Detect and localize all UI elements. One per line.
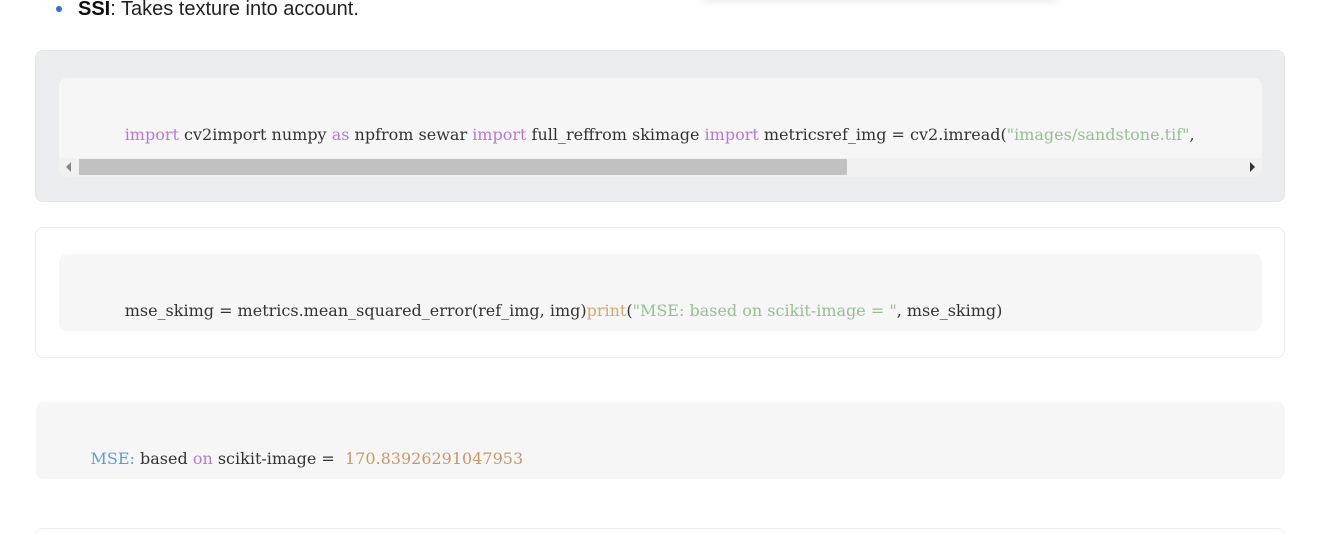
code-line: mse_skimg = metrics.mean_squared_error(r…: [84, 282, 1003, 339]
output-token: on: [192, 449, 213, 468]
output-line: MSE: based on scikit-image = 170.8392629…: [60, 430, 524, 487]
code-block-1[interactable]: import cv2import numpy as npfrom sewar i…: [59, 78, 1262, 177]
code-token: print: [586, 301, 627, 320]
code-token: as: [331, 125, 350, 144]
output-token: scikit-image =: [212, 449, 340, 468]
code-token: metricsref_img = cv2.imread(: [758, 125, 1007, 144]
bullet-description: : Takes texture into account.: [110, 0, 359, 20]
code-block-2-container: mse_skimg = metrics.mean_squared_error(r…: [35, 227, 1285, 358]
page: SSI: Takes texture into account. import …: [0, 0, 1330, 534]
output-token: based: [134, 449, 193, 468]
code-token: npfrom sewar: [349, 125, 473, 144]
code-token: cv2import numpy: [178, 125, 332, 144]
code-block-3-container: [35, 528, 1285, 534]
code-line: import cv2import numpy as npfrom sewar i…: [84, 106, 1195, 163]
code-token: import: [124, 125, 179, 144]
code-token: import: [704, 125, 759, 144]
scroll-right-arrow-icon[interactable]: [1250, 162, 1255, 172]
output-token: 170.83926291047953: [339, 449, 524, 468]
output-token: MSE:: [90, 449, 135, 468]
scroll-left-arrow-icon[interactable]: [66, 162, 71, 172]
code-token: full_reffrom skimage: [526, 125, 705, 144]
code-block-1-container: import cv2import numpy as npfrom sewar i…: [35, 50, 1285, 202]
scrollbar-thumb[interactable]: [79, 159, 847, 175]
bullet-dot-icon: [56, 6, 62, 12]
horizontal-scrollbar[interactable]: [59, 158, 1262, 177]
bullet-item-ssi: SSI: Takes texture into account.: [56, 0, 359, 23]
code-token: import: [472, 125, 527, 144]
code-token: ,: [1189, 125, 1195, 144]
output-block[interactable]: MSE: based on scikit-image = 170.8392629…: [36, 402, 1285, 479]
code-token: "MSE: based on scikit-image = ": [632, 301, 897, 320]
code-token: mse_skimg = metrics.mean_squared_error(r…: [124, 301, 587, 320]
bullet-term: SSI: [78, 0, 111, 20]
code-block-2[interactable]: mse_skimg = metrics.mean_squared_error(r…: [59, 254, 1262, 331]
code-token: , mse_skimg): [896, 301, 1003, 320]
code-token: "images/sandstone.tif": [1006, 125, 1190, 144]
